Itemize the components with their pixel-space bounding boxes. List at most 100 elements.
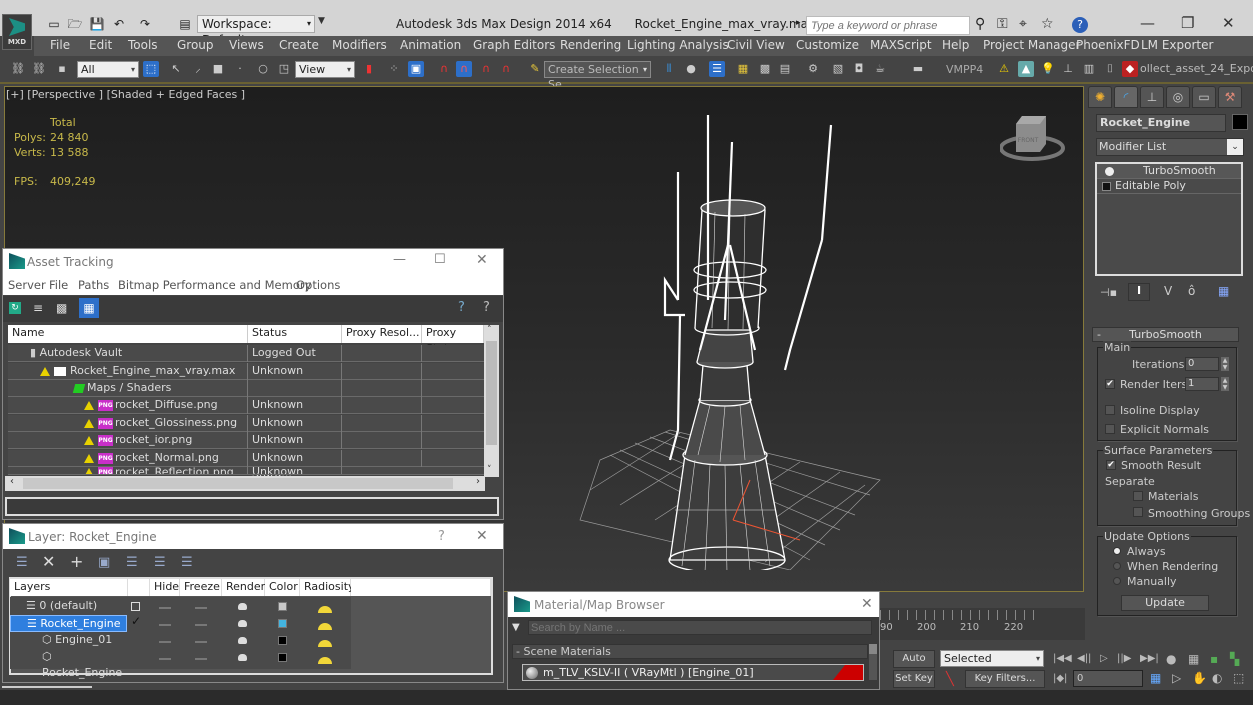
column-header-render[interactable]: Render bbox=[222, 579, 265, 596]
update-button[interactable]: Update bbox=[1121, 595, 1209, 611]
reference-coordinate-dropdown[interactable]: View ▾ bbox=[295, 61, 355, 78]
at-menu-paths[interactable]: Paths bbox=[78, 278, 109, 292]
column-header-name[interactable]: Name bbox=[8, 325, 248, 343]
table-view-icon[interactable]: ▦ bbox=[79, 298, 99, 318]
set-key-button[interactable]: Set Key bbox=[893, 670, 935, 688]
auto-key-button[interactable]: Auto Key bbox=[893, 650, 935, 680]
mirror-icon[interactable]: ⫴ bbox=[661, 61, 677, 77]
light-bulb-icon[interactable]: 💡 bbox=[1040, 61, 1056, 77]
rocket-engine-model[interactable] bbox=[560, 100, 920, 570]
add-to-layer-icon[interactable]: + bbox=[70, 552, 83, 571]
material-search-input[interactable] bbox=[528, 620, 872, 635]
satellite-icon[interactable]: ⌖ bbox=[1019, 16, 1027, 32]
environment-icon[interactable]: ▲ bbox=[1018, 61, 1034, 77]
snaps-toggle-icon[interactable]: ∩ bbox=[436, 61, 452, 77]
list-view-icon[interactable]: ≡ bbox=[33, 301, 43, 315]
radiosity-sun-icon[interactable] bbox=[318, 657, 332, 664]
zoom-extents-all-icon[interactable]: ▚ bbox=[1230, 652, 1239, 666]
viewport-label[interactable]: [+] [Perspective ] [Shaded + Edged Faces… bbox=[6, 88, 245, 101]
layer-manager-icon[interactable]: ▦ bbox=[735, 61, 751, 77]
render-teapot-icon[interactable]: ☕ bbox=[872, 61, 888, 77]
select-object-icon[interactable]: ⬚ bbox=[143, 61, 159, 77]
close-button[interactable]: ✕ bbox=[476, 252, 488, 268]
spinner-snap-icon[interactable]: ∩ bbox=[498, 61, 514, 77]
stack-item-editable-poly[interactable]: Editable Poly bbox=[1097, 179, 1241, 194]
menu-lighting-analysis[interactable]: Lighting Analysis bbox=[627, 38, 729, 52]
select-by-name-icon[interactable]: ↖ bbox=[168, 61, 184, 77]
zoom-extents-icon[interactable]: ▪ bbox=[1210, 652, 1218, 666]
asset-row[interactable]: Maps / Shaders bbox=[8, 380, 484, 397]
at-menu-file[interactable]: File bbox=[49, 278, 68, 292]
layer-color-swatch[interactable] bbox=[278, 653, 287, 662]
redo-icon[interactable]: ↷ bbox=[137, 16, 153, 32]
bind-space-warp-icon[interactable]: ▪ bbox=[54, 61, 70, 77]
menu-modifiers[interactable]: Modifiers bbox=[332, 38, 387, 52]
viewcube[interactable]: FRONT bbox=[1000, 110, 1070, 170]
minimize-button[interactable]: — bbox=[1140, 14, 1155, 32]
hide-toggle[interactable] bbox=[159, 641, 171, 643]
separate-materials-checkbox[interactable] bbox=[1133, 491, 1143, 501]
expand-search-icon[interactable]: ▸ bbox=[796, 18, 801, 28]
highlight-selected-icon[interactable]: ☰ bbox=[126, 555, 138, 570]
render-iters-spinner-arrows[interactable]: ▲ ▼ bbox=[1221, 377, 1229, 391]
zoom-icon[interactable]: ● bbox=[1166, 652, 1176, 666]
radiosity-sun-icon[interactable] bbox=[318, 606, 332, 613]
menu-edit[interactable]: Edit bbox=[89, 38, 112, 52]
layer-color-swatch[interactable] bbox=[278, 636, 287, 645]
expand-box-icon[interactable] bbox=[1102, 182, 1111, 191]
radiosity-sun-icon[interactable] bbox=[318, 640, 332, 647]
menu-file[interactable]: File bbox=[50, 38, 70, 52]
asset-row[interactable]: Rocket_Engine_max_vray.max Unknown Statu… bbox=[8, 363, 484, 393]
material-item[interactable]: m_TLV_KSLV-II ( VRayMtl ) [Engine_01] bbox=[522, 664, 864, 681]
iterations-spinner-arrows[interactable]: ▲ ▼ bbox=[1221, 357, 1229, 371]
current-layer-box[interactable] bbox=[131, 602, 140, 611]
script-icon[interactable]: ⌷ bbox=[1102, 61, 1118, 77]
asset-row[interactable]: ▮ Autodesk Vault Logged Out bbox=[8, 345, 484, 362]
scroll-down-icon[interactable]: ˅ bbox=[487, 465, 492, 475]
manually-radio[interactable] bbox=[1113, 577, 1121, 585]
render-setup-icon[interactable]: ◘ bbox=[851, 61, 867, 77]
menu-group[interactable]: Group bbox=[177, 38, 214, 52]
close-button[interactable]: ✕ bbox=[476, 528, 488, 544]
go-to-start-icon[interactable]: |◀◀ bbox=[1053, 653, 1072, 664]
percent-snap-icon[interactable]: ∩ bbox=[478, 61, 494, 77]
scene-materials-group-header[interactable]: - Scene Materials bbox=[512, 644, 868, 659]
align-icon[interactable]: ● bbox=[683, 61, 699, 77]
column-header-proxy-resolution[interactable]: Proxy Resol... bbox=[342, 325, 422, 343]
unlink-icon[interactable]: ⛓ bbox=[31, 61, 47, 77]
asset-row[interactable]: PNGrocket_Glossiness.png Unknown Statu..… bbox=[8, 415, 484, 445]
minimize-button[interactable]: — bbox=[393, 252, 406, 267]
undo-icon[interactable]: ↶ bbox=[111, 16, 127, 32]
axis-icon[interactable]: ⊥ bbox=[1060, 61, 1076, 77]
star-icon[interactable]: ☆ bbox=[1041, 16, 1054, 32]
configure-sets-icon[interactable]: ▦ bbox=[1218, 284, 1229, 298]
column-header-freeze[interactable]: Freeze bbox=[180, 579, 222, 596]
show-end-result-icon[interactable]: I bbox=[1128, 283, 1150, 301]
go-to-end-icon[interactable]: ▶▶| bbox=[1140, 653, 1159, 664]
material-browser-scrollbar[interactable] bbox=[869, 644, 877, 680]
collect-asset-exporter-label[interactable]: ollect_asset_24_Exporte bbox=[1140, 62, 1253, 75]
customize-quick-access-icon[interactable]: ▼ bbox=[318, 16, 328, 32]
hierarchy-tab-icon[interactable]: ⊥ bbox=[1140, 86, 1164, 108]
scroll-up-icon[interactable]: ˄ bbox=[487, 325, 492, 335]
vertical-scrollbar[interactable]: ˄ ˅ bbox=[484, 325, 499, 477]
hide-toggle[interactable] bbox=[159, 607, 171, 609]
rectangular-selection-icon[interactable]: ⸝ bbox=[190, 61, 206, 77]
make-unique-icon[interactable]: V bbox=[1164, 284, 1172, 298]
help-icon[interactable]: ? bbox=[1072, 17, 1088, 33]
at-menu-options[interactable]: Options bbox=[296, 278, 340, 292]
new-file-icon[interactable]: ▭ bbox=[46, 16, 62, 32]
column-header-status[interactable]: Status bbox=[248, 325, 342, 343]
layer-object-row[interactable]: ⬡ Rocket_Engine bbox=[10, 649, 128, 679]
application-menu-button[interactable]: MXD bbox=[2, 14, 32, 50]
horizontal-scrollbar[interactable]: ‹ › bbox=[5, 476, 485, 491]
warning-icon[interactable]: ⚠ bbox=[996, 61, 1012, 77]
maximize-button[interactable]: ☐ bbox=[434, 252, 446, 267]
curve-editor-icon[interactable]: ▤ bbox=[777, 61, 793, 77]
display-tab-icon[interactable]: ▭ bbox=[1192, 86, 1216, 108]
select-and-manipulate-icon[interactable]: ⁘ bbox=[386, 61, 402, 77]
menu-lm-exporter[interactable]: LM Exporter bbox=[1141, 38, 1213, 52]
freeze-toggle[interactable] bbox=[195, 624, 207, 626]
column-header-hide[interactable]: Hide bbox=[150, 579, 180, 596]
menu-graph-editors[interactable]: Graph Editors bbox=[473, 38, 555, 52]
